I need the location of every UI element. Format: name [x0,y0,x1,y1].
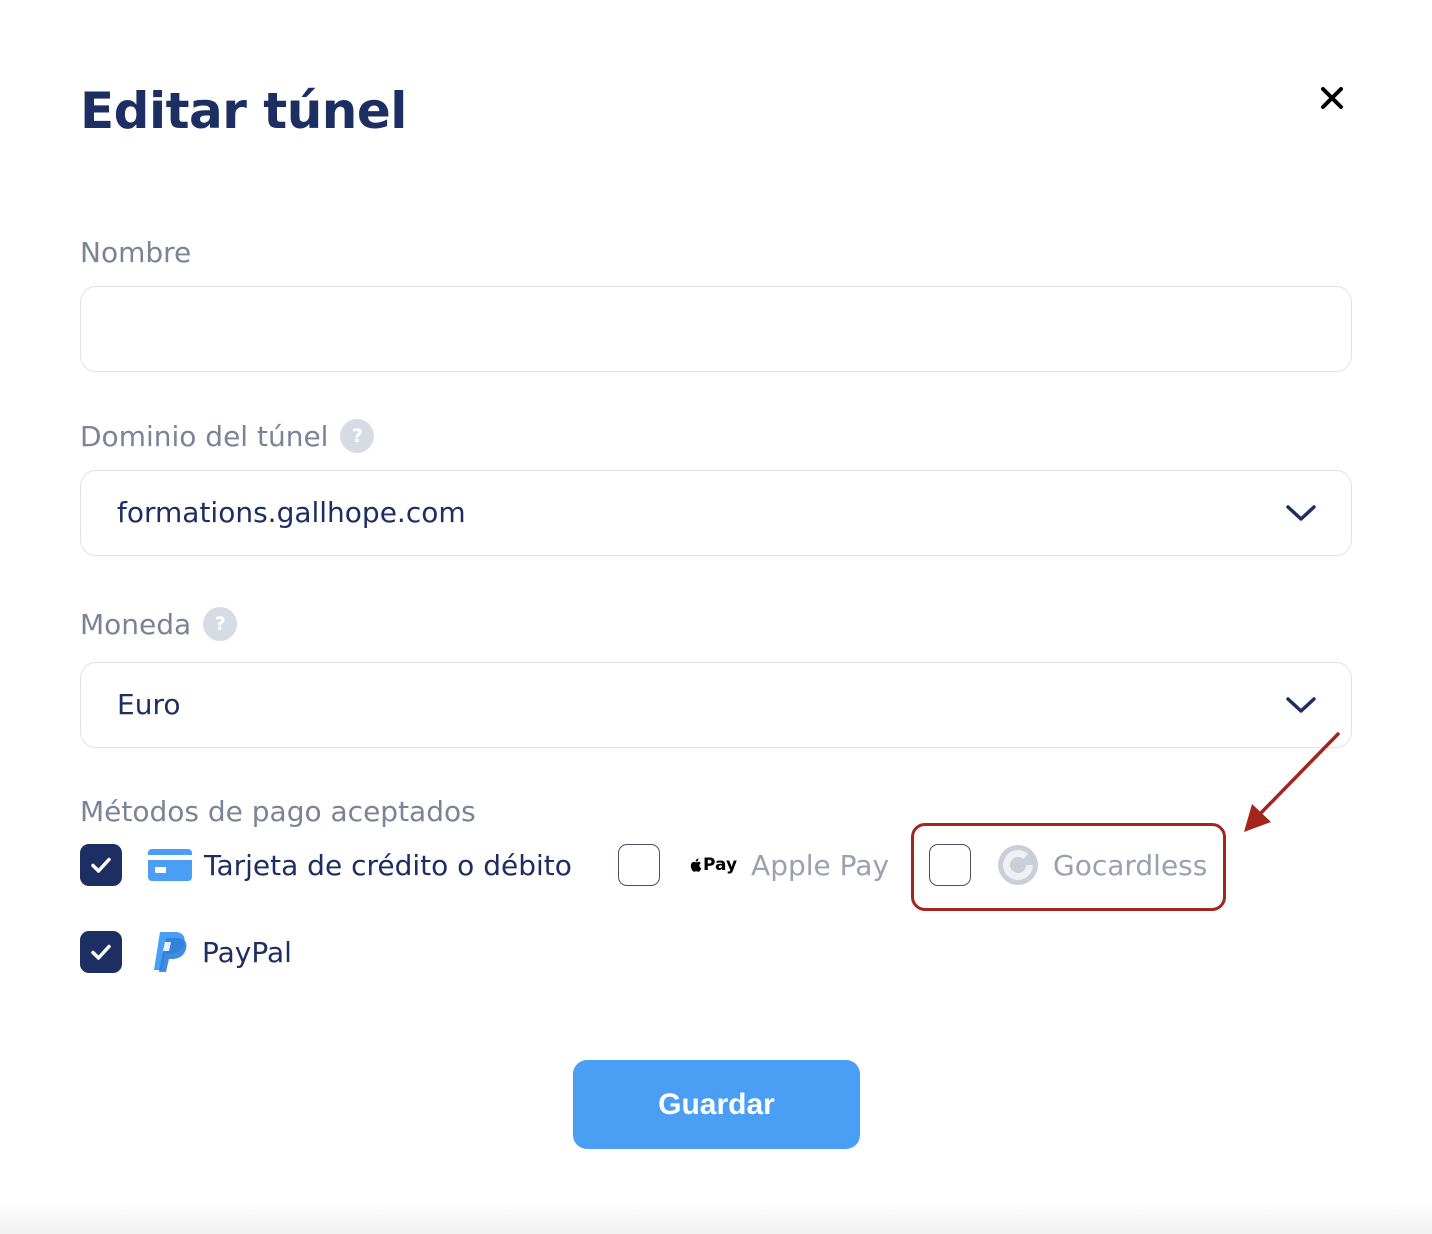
annotation-arrow-icon [1244,732,1340,832]
chevron-down-icon [1286,505,1316,521]
payment-option-paypal[interactable]: PayPal [80,930,292,974]
domain-value: formations.gallhope.com [117,496,466,529]
help-icon[interactable]: ? [340,419,375,453]
currency-select[interactable]: Euro [80,662,1352,748]
domain-label-text: Dominio del túnel [80,419,329,453]
name-input[interactable] [81,287,1351,371]
currency-value: Euro [117,688,181,721]
credit-card-icon [148,849,192,881]
card-checkbox[interactable] [80,844,122,886]
applepay-logo: Pay [688,855,737,875]
applepay-logo-text: Pay [703,855,738,875]
domain-select[interactable]: formations.gallhope.com [80,470,1352,556]
help-icon[interactable]: ? [203,607,238,641]
name-field[interactable] [80,286,1352,372]
paypal-icon [154,932,187,972]
payment-methods-label-text: Métodos de pago aceptados [80,795,476,828]
bottom-edge-shadow [0,1200,1432,1234]
applepay-label: Apple Pay [751,848,890,882]
annotation-highlight-box [911,823,1226,911]
payment-methods-label: Métodos de pago aceptados [80,795,476,828]
close-button[interactable] [1314,80,1350,116]
currency-label-text: Moneda [80,607,192,641]
chevron-down-icon [1286,697,1316,713]
close-icon [1321,87,1343,109]
paypal-checkbox[interactable] [80,931,122,973]
domain-label: Dominio del túnel ? [80,419,375,453]
payment-option-card[interactable]: Tarjeta de crédito o débito [80,844,572,886]
save-button[interactable]: Guardar [573,1060,860,1149]
checkmark-icon [91,944,111,960]
apple-icon [690,858,702,872]
edit-tunnel-modal: Editar túnel Nombre Dominio del túnel ? … [0,0,1432,1234]
currency-label: Moneda ? [80,607,238,641]
paypal-label: PayPal [202,935,292,969]
applepay-checkbox[interactable] [618,844,660,886]
name-label-text: Nombre [80,236,192,269]
card-label: Tarjeta de crédito o débito [204,848,572,882]
modal-title: Editar túnel [80,82,407,140]
payment-option-applepay[interactable]: Pay Apple Pay [618,844,889,886]
checkmark-icon [91,857,111,873]
name-label: Nombre [80,236,191,269]
